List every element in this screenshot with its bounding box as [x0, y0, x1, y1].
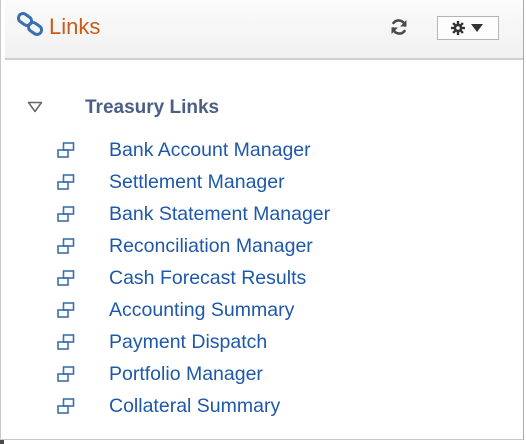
link-item[interactable]: Cash Forecast Results	[57, 265, 417, 297]
link-node-icon	[57, 238, 75, 254]
link-label[interactable]: Bank Statement Manager	[109, 201, 330, 227]
link-node-icon	[57, 270, 75, 286]
link-item[interactable]: Collateral Summary	[57, 393, 417, 425]
link-node-icon	[57, 302, 75, 318]
chain-link-icon	[16, 12, 44, 36]
refresh-icon[interactable]	[389, 17, 409, 37]
link-item[interactable]: Payment Dispatch	[57, 329, 417, 361]
link-item[interactable]: Bank Statement Manager	[57, 201, 417, 233]
links-pagelet: Links Treasury Links Bank Account Manage…	[0, 0, 524, 440]
link-item[interactable]: Portfolio Manager	[57, 361, 417, 393]
gear-icon	[451, 21, 483, 35]
link-item[interactable]: Settlement Manager	[57, 169, 417, 201]
link-item[interactable]: Bank Account Manager	[57, 137, 417, 169]
triangle-down-icon[interactable]	[27, 101, 43, 113]
link-node-icon	[57, 334, 75, 350]
links-list: Bank Account Manager Settlement Manager Ba…	[57, 137, 417, 425]
link-label[interactable]: Bank Account Manager	[109, 137, 311, 163]
link-node-icon	[57, 398, 75, 414]
pagelet-content: Treasury Links Bank Account Manager Settl…	[5, 60, 523, 439]
link-label[interactable]: Settlement Manager	[109, 169, 285, 195]
pagelet-actions-button[interactable]	[437, 16, 499, 40]
link-label[interactable]: Cash Forecast Results	[109, 265, 306, 291]
section-title: Treasury Links	[85, 97, 220, 118]
link-node-icon	[57, 366, 75, 382]
pagelet-title: Links	[49, 14, 101, 39]
link-node-icon	[57, 142, 75, 158]
link-label[interactable]: Collateral Summary	[109, 393, 280, 419]
link-node-icon	[57, 174, 75, 190]
link-item[interactable]: Reconciliation Manager	[57, 233, 417, 265]
link-label[interactable]: Payment Dispatch	[109, 329, 267, 355]
link-label[interactable]: Accounting Summary	[109, 297, 294, 323]
caret-down-icon	[471, 24, 483, 32]
pagelet-header: Links	[5, 0, 523, 60]
link-item[interactable]: Accounting Summary	[57, 297, 417, 329]
link-node-icon	[57, 206, 75, 222]
link-label[interactable]: Portfolio Manager	[109, 361, 263, 387]
link-label[interactable]: Reconciliation Manager	[109, 233, 313, 259]
